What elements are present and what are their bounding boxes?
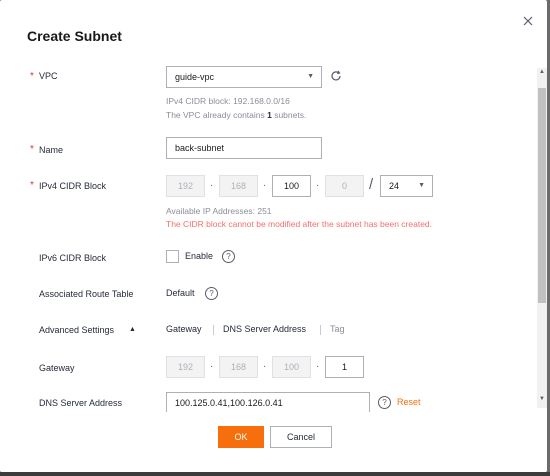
close-icon[interactable] (520, 13, 536, 29)
scrollbar-thumb[interactable] (538, 88, 546, 303)
gateway-octet-3: 100 (272, 356, 311, 378)
vpc-cidr-hint: IPv4 CIDR block: 192.168.0.0/16 (166, 96, 290, 106)
question-circle-icon[interactable]: ? (222, 250, 235, 263)
vpc-selected-value: guide-vpc (175, 72, 215, 82)
name-label: Name (39, 145, 64, 155)
gateway-label: Gateway (39, 363, 75, 373)
ipv4-octet-2: 168 (219, 175, 258, 197)
route-table-label: Associated Route Table (39, 289, 134, 299)
refresh-icon[interactable] (330, 70, 342, 82)
route-table-value: Default (166, 288, 195, 298)
ipv4-cidr-label: IPv4 CIDR Block (39, 181, 107, 191)
ipv6-cidr-label: IPv6 CIDR Block (39, 253, 107, 263)
mask-select[interactable]: 24 ▼ (380, 175, 433, 197)
available-ip-hint: Available IP Addresses: 251 (166, 206, 272, 216)
gateway-octet-2: 168 (219, 356, 258, 378)
ipv6-enable-label: Enable (185, 251, 214, 261)
octet-separator: · (316, 361, 320, 372)
ok-button[interactable]: OK (218, 426, 264, 448)
name-input[interactable]: back-subnet (166, 137, 322, 159)
link-divider (320, 325, 321, 335)
dialog-title: Create Subnet (27, 28, 122, 44)
dns-input[interactable]: 100.125.0.41,100.126.0.41 (166, 392, 370, 414)
octet-separator: · (263, 361, 267, 372)
vpc-select[interactable]: guide-vpc ▼ (166, 66, 322, 88)
advanced-settings-toggle[interactable]: Advanced Settings (39, 325, 114, 335)
gateway-octet-4[interactable]: 1 (325, 356, 364, 378)
scroll-up-icon[interactable]: ▲ (539, 69, 545, 75)
mask-value: 24 (389, 181, 400, 191)
advanced-link-dns[interactable]: DNS Server Address (223, 324, 306, 334)
advanced-link-gateway[interactable]: Gateway (166, 324, 202, 334)
vpc-label: VPC (39, 71, 58, 81)
advanced-link-tag[interactable]: Tag (330, 324, 345, 334)
question-circle-icon[interactable]: ? (205, 287, 218, 300)
ipv4-octet-1: 192 (166, 175, 205, 197)
octet-separator: · (210, 180, 214, 191)
scroll-down-icon[interactable]: ▼ (539, 396, 545, 402)
required-mark: * (30, 71, 34, 82)
gateway-octet-1: 192 (166, 356, 205, 378)
collapse-arrow-icon[interactable]: ▲ (129, 326, 136, 333)
chevron-down-icon: ▼ (307, 73, 314, 80)
octet-separator: · (316, 180, 320, 191)
ipv4-octet-3[interactable]: 100 (272, 175, 311, 197)
octet-separator: · (210, 361, 214, 372)
dns-label: DNS Server Address (39, 398, 123, 408)
ipv6-enable-checkbox[interactable] (166, 250, 179, 263)
mask-slash: / (369, 176, 374, 193)
vpc-subnets-hint: The VPC already contains 1 subnets. (166, 110, 307, 120)
cidr-warning: The CIDR block cannot be modified after … (166, 219, 433, 229)
create-subnet-dialog: Create Subnet * VPC guide-vpc ▼ IPv4 CID… (0, 0, 547, 472)
page-backdrop (0, 472, 550, 476)
octet-separator: · (263, 180, 267, 191)
question-circle-icon[interactable]: ? (378, 396, 391, 409)
required-mark: * (30, 144, 34, 155)
cancel-button[interactable]: Cancel (270, 426, 332, 448)
required-mark: * (30, 180, 34, 191)
dns-reset-link[interactable]: Reset (397, 397, 421, 407)
chevron-down-icon: ▼ (418, 182, 425, 189)
link-divider (213, 325, 214, 335)
ipv4-octet-4: 0 (325, 175, 364, 197)
